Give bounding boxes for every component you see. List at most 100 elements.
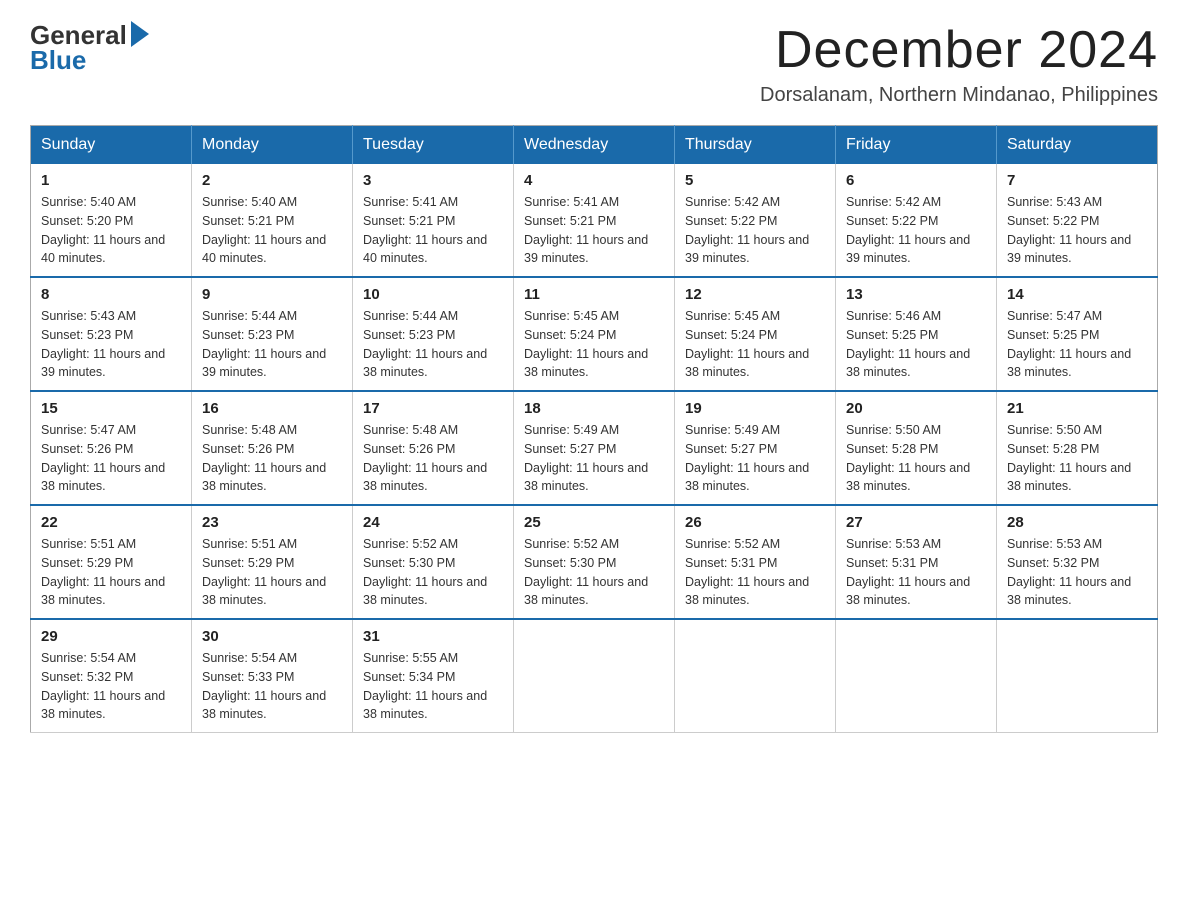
day-number: 8	[41, 286, 181, 303]
day-info: Sunrise: 5:50 AM Sunset: 5:28 PM Dayligh…	[846, 421, 986, 496]
calendar-day-cell	[997, 619, 1158, 733]
day-info: Sunrise: 5:46 AM Sunset: 5:25 PM Dayligh…	[846, 307, 986, 382]
calendar-subtitle: Dorsalanam, Northern Mindanao, Philippin…	[760, 84, 1158, 107]
calendar-header-cell: Saturday	[997, 126, 1158, 165]
day-number: 18	[524, 400, 664, 417]
day-info: Sunrise: 5:42 AM Sunset: 5:22 PM Dayligh…	[685, 193, 825, 268]
day-info: Sunrise: 5:40 AM Sunset: 5:21 PM Dayligh…	[202, 193, 342, 268]
calendar-week-row: 1 Sunrise: 5:40 AM Sunset: 5:20 PM Dayli…	[31, 164, 1158, 277]
calendar-day-cell: 20 Sunrise: 5:50 AM Sunset: 5:28 PM Dayl…	[836, 391, 997, 505]
calendar-day-cell: 5 Sunrise: 5:42 AM Sunset: 5:22 PM Dayli…	[675, 164, 836, 277]
day-info: Sunrise: 5:48 AM Sunset: 5:26 PM Dayligh…	[363, 421, 503, 496]
day-number: 30	[202, 628, 342, 645]
day-info: Sunrise: 5:43 AM Sunset: 5:22 PM Dayligh…	[1007, 193, 1147, 268]
calendar-header-cell: Wednesday	[514, 126, 675, 165]
day-number: 2	[202, 172, 342, 189]
calendar-day-cell: 21 Sunrise: 5:50 AM Sunset: 5:28 PM Dayl…	[997, 391, 1158, 505]
day-info: Sunrise: 5:54 AM Sunset: 5:33 PM Dayligh…	[202, 649, 342, 724]
calendar-day-cell: 2 Sunrise: 5:40 AM Sunset: 5:21 PM Dayli…	[192, 164, 353, 277]
day-number: 12	[685, 286, 825, 303]
calendar-day-cell: 12 Sunrise: 5:45 AM Sunset: 5:24 PM Dayl…	[675, 277, 836, 391]
calendar-day-cell: 31 Sunrise: 5:55 AM Sunset: 5:34 PM Dayl…	[353, 619, 514, 733]
calendar-day-cell: 10 Sunrise: 5:44 AM Sunset: 5:23 PM Dayl…	[353, 277, 514, 391]
day-info: Sunrise: 5:50 AM Sunset: 5:28 PM Dayligh…	[1007, 421, 1147, 496]
calendar-day-cell: 30 Sunrise: 5:54 AM Sunset: 5:33 PM Dayl…	[192, 619, 353, 733]
day-info: Sunrise: 5:45 AM Sunset: 5:24 PM Dayligh…	[685, 307, 825, 382]
calendar-day-cell: 26 Sunrise: 5:52 AM Sunset: 5:31 PM Dayl…	[675, 505, 836, 619]
day-number: 24	[363, 514, 503, 531]
calendar-day-cell: 14 Sunrise: 5:47 AM Sunset: 5:25 PM Dayl…	[997, 277, 1158, 391]
logo-blue-text: Blue	[30, 45, 86, 76]
calendar-week-row: 15 Sunrise: 5:47 AM Sunset: 5:26 PM Dayl…	[31, 391, 1158, 505]
calendar-day-cell: 1 Sunrise: 5:40 AM Sunset: 5:20 PM Dayli…	[31, 164, 192, 277]
day-number: 28	[1007, 514, 1147, 531]
calendar-day-cell: 11 Sunrise: 5:45 AM Sunset: 5:24 PM Dayl…	[514, 277, 675, 391]
calendar-day-cell: 24 Sunrise: 5:52 AM Sunset: 5:30 PM Dayl…	[353, 505, 514, 619]
day-info: Sunrise: 5:49 AM Sunset: 5:27 PM Dayligh…	[524, 421, 664, 496]
day-number: 9	[202, 286, 342, 303]
calendar-table: SundayMondayTuesdayWednesdayThursdayFrid…	[30, 125, 1158, 733]
calendar-day-cell: 29 Sunrise: 5:54 AM Sunset: 5:32 PM Dayl…	[31, 619, 192, 733]
day-info: Sunrise: 5:41 AM Sunset: 5:21 PM Dayligh…	[524, 193, 664, 268]
calendar-day-cell: 6 Sunrise: 5:42 AM Sunset: 5:22 PM Dayli…	[836, 164, 997, 277]
calendar-day-cell: 15 Sunrise: 5:47 AM Sunset: 5:26 PM Dayl…	[31, 391, 192, 505]
day-info: Sunrise: 5:41 AM Sunset: 5:21 PM Dayligh…	[363, 193, 503, 268]
calendar-header-cell: Thursday	[675, 126, 836, 165]
page-header: General Blue December 2024 Dorsalanam, N…	[30, 20, 1158, 107]
day-number: 20	[846, 400, 986, 417]
day-info: Sunrise: 5:52 AM Sunset: 5:30 PM Dayligh…	[363, 535, 503, 610]
calendar-day-cell	[675, 619, 836, 733]
day-info: Sunrise: 5:45 AM Sunset: 5:24 PM Dayligh…	[524, 307, 664, 382]
day-number: 19	[685, 400, 825, 417]
day-number: 15	[41, 400, 181, 417]
day-number: 22	[41, 514, 181, 531]
calendar-day-cell: 28 Sunrise: 5:53 AM Sunset: 5:32 PM Dayl…	[997, 505, 1158, 619]
day-number: 27	[846, 514, 986, 531]
day-number: 25	[524, 514, 664, 531]
day-info: Sunrise: 5:47 AM Sunset: 5:26 PM Dayligh…	[41, 421, 181, 496]
day-info: Sunrise: 5:47 AM Sunset: 5:25 PM Dayligh…	[1007, 307, 1147, 382]
title-section: December 2024 Dorsalanam, Northern Minda…	[760, 20, 1158, 107]
calendar-day-cell: 18 Sunrise: 5:49 AM Sunset: 5:27 PM Dayl…	[514, 391, 675, 505]
day-number: 21	[1007, 400, 1147, 417]
day-number: 6	[846, 172, 986, 189]
day-info: Sunrise: 5:48 AM Sunset: 5:26 PM Dayligh…	[202, 421, 342, 496]
calendar-header-cell: Tuesday	[353, 126, 514, 165]
calendar-header-cell: Friday	[836, 126, 997, 165]
day-number: 14	[1007, 286, 1147, 303]
calendar-week-row: 29 Sunrise: 5:54 AM Sunset: 5:32 PM Dayl…	[31, 619, 1158, 733]
calendar-header-cell: Sunday	[31, 126, 192, 165]
day-number: 29	[41, 628, 181, 645]
calendar-day-cell: 7 Sunrise: 5:43 AM Sunset: 5:22 PM Dayli…	[997, 164, 1158, 277]
day-info: Sunrise: 5:51 AM Sunset: 5:29 PM Dayligh…	[202, 535, 342, 610]
calendar-day-cell: 13 Sunrise: 5:46 AM Sunset: 5:25 PM Dayl…	[836, 277, 997, 391]
calendar-day-cell: 22 Sunrise: 5:51 AM Sunset: 5:29 PM Dayl…	[31, 505, 192, 619]
day-number: 26	[685, 514, 825, 531]
calendar-day-cell: 25 Sunrise: 5:52 AM Sunset: 5:30 PM Dayl…	[514, 505, 675, 619]
day-info: Sunrise: 5:44 AM Sunset: 5:23 PM Dayligh…	[363, 307, 503, 382]
day-number: 4	[524, 172, 664, 189]
day-info: Sunrise: 5:40 AM Sunset: 5:20 PM Dayligh…	[41, 193, 181, 268]
day-number: 3	[363, 172, 503, 189]
day-info: Sunrise: 5:49 AM Sunset: 5:27 PM Dayligh…	[685, 421, 825, 496]
calendar-title: December 2024	[760, 20, 1158, 80]
day-info: Sunrise: 5:54 AM Sunset: 5:32 PM Dayligh…	[41, 649, 181, 724]
day-number: 23	[202, 514, 342, 531]
day-info: Sunrise: 5:55 AM Sunset: 5:34 PM Dayligh…	[363, 649, 503, 724]
calendar-week-row: 22 Sunrise: 5:51 AM Sunset: 5:29 PM Dayl…	[31, 505, 1158, 619]
logo-triangle-icon	[131, 21, 149, 47]
day-number: 10	[363, 286, 503, 303]
calendar-week-row: 8 Sunrise: 5:43 AM Sunset: 5:23 PM Dayli…	[31, 277, 1158, 391]
day-number: 17	[363, 400, 503, 417]
day-info: Sunrise: 5:52 AM Sunset: 5:30 PM Dayligh…	[524, 535, 664, 610]
calendar-day-cell	[836, 619, 997, 733]
day-info: Sunrise: 5:44 AM Sunset: 5:23 PM Dayligh…	[202, 307, 342, 382]
calendar-day-cell: 9 Sunrise: 5:44 AM Sunset: 5:23 PM Dayli…	[192, 277, 353, 391]
calendar-body: 1 Sunrise: 5:40 AM Sunset: 5:20 PM Dayli…	[31, 164, 1158, 733]
day-number: 13	[846, 286, 986, 303]
calendar-header: SundayMondayTuesdayWednesdayThursdayFrid…	[31, 126, 1158, 165]
calendar-day-cell: 4 Sunrise: 5:41 AM Sunset: 5:21 PM Dayli…	[514, 164, 675, 277]
day-info: Sunrise: 5:53 AM Sunset: 5:32 PM Dayligh…	[1007, 535, 1147, 610]
day-info: Sunrise: 5:52 AM Sunset: 5:31 PM Dayligh…	[685, 535, 825, 610]
calendar-day-cell: 19 Sunrise: 5:49 AM Sunset: 5:27 PM Dayl…	[675, 391, 836, 505]
